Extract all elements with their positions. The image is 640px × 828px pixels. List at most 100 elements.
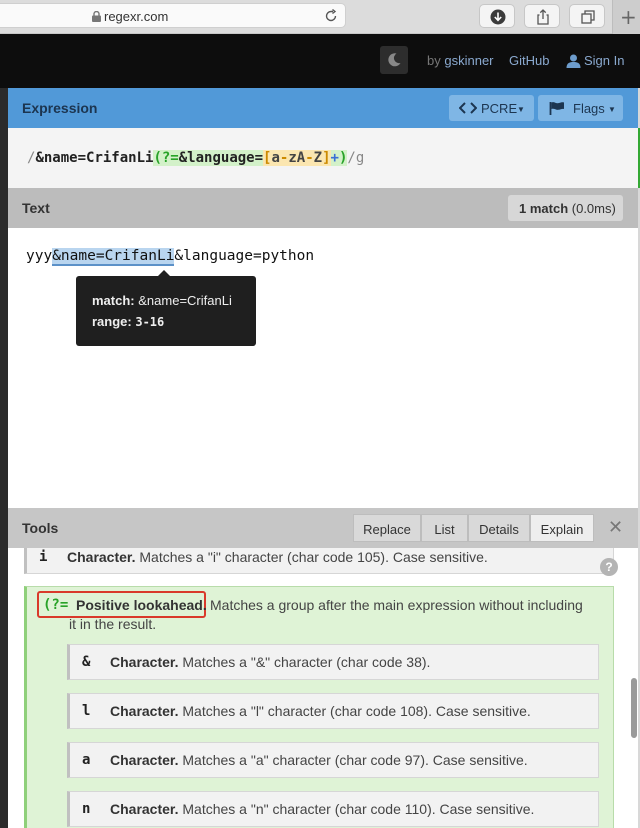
annotation-highlight-box: (?= Positive lookahead. xyxy=(37,591,207,618)
new-tab-icon: + xyxy=(620,5,637,29)
regex-pattern: /&name=CrifanLi(?=&language=[a-zA-Z]+)/g xyxy=(27,150,364,166)
literal-token: &name=CrifanLi xyxy=(35,150,154,166)
tabs-overview-button[interactable] xyxy=(569,4,605,28)
set-range-middle: zA xyxy=(288,150,306,166)
explain-scrollbar[interactable] xyxy=(631,678,637,738)
engine-select-button[interactable]: PCRE ▼ xyxy=(449,95,534,121)
theme-toggle-button[interactable] xyxy=(380,46,408,74)
address-bar[interactable]: regexr.com xyxy=(0,3,346,28)
download-button[interactable] xyxy=(479,4,515,28)
lookahead-group[interactable]: (?= Positive lookahead. Matches a group … xyxy=(24,586,614,828)
sign-in-link[interactable]: Sign In xyxy=(566,53,624,68)
tab-label: Replace xyxy=(363,522,411,537)
explain-token: i xyxy=(39,549,48,565)
tooltip-range-value: 3-16 xyxy=(135,315,165,329)
explain-token: l xyxy=(82,703,91,719)
lookahead-literal-token: &language= xyxy=(178,150,264,166)
close-icon[interactable]: ✕ xyxy=(608,517,623,538)
explain-token-desc: Matches a "&" character (char code 38). xyxy=(182,654,431,670)
user-icon xyxy=(566,54,581,68)
set-close-token: ] xyxy=(322,150,331,166)
tab-details[interactable]: Details xyxy=(468,514,530,542)
tab-label: List xyxy=(434,522,455,537)
expression-title: Expression xyxy=(22,100,98,116)
browser-toolbar: regexr.com + xyxy=(0,0,640,34)
explain-token-desc: Matches a "i" character (char code 105).… xyxy=(139,549,488,565)
flag-icon xyxy=(549,102,564,115)
author-credit: by gskinner xyxy=(427,53,494,68)
regexr-app: Expression PCRE ▼ Flags ▼ /&name=CrifanL… xyxy=(8,88,640,828)
explain-panel: i Character. Matches a "i" character (ch… xyxy=(8,548,638,828)
tooltip-match-label: match: xyxy=(92,293,135,308)
tab-list[interactable]: List xyxy=(421,514,468,542)
explain-token-name: Character. xyxy=(110,752,179,768)
text-header: Text 1 match (0.0ms) xyxy=(8,188,638,228)
tooltip-match-value: &name=CrifanLi xyxy=(138,293,232,308)
explain-token-desc: Matches a "l" character (char code 108).… xyxy=(182,703,531,719)
chevron-down-icon: ▼ xyxy=(517,105,525,114)
group-desc-line-1: Matches a group after the main expressio… xyxy=(210,597,583,613)
by-label: by xyxy=(427,53,441,68)
tab-label: Details xyxy=(479,522,519,537)
quantifier-token: + xyxy=(330,150,339,166)
explain-token-name: Character. xyxy=(110,703,179,719)
group-name: Positive lookahead. xyxy=(76,597,207,613)
test-text-editor[interactable]: yyy&name=CrifanLi&language=python match:… xyxy=(8,228,638,508)
test-string: yyy&name=CrifanLi&language=python xyxy=(26,248,315,266)
help-icon[interactable]: ? xyxy=(600,558,618,576)
code-icon xyxy=(459,102,477,114)
text-title: Text xyxy=(22,200,50,216)
explain-row[interactable]: a Character. Matches a "a" character (ch… xyxy=(67,742,599,778)
tab-replace[interactable]: Replace xyxy=(353,514,421,542)
explain-token-desc: Matches a "n" character (char code 110).… xyxy=(182,801,535,817)
expression-editor[interactable]: /&name=CrifanLi(?=&language=[a-zA-Z]+)/g xyxy=(8,128,638,188)
match-tooltip: match: &name=CrifanLi range: 3-16 xyxy=(76,270,256,346)
text-before-match: yyy xyxy=(26,248,53,264)
group-token: (?= xyxy=(43,597,69,613)
download-icon xyxy=(490,9,506,25)
set-range-end: Z xyxy=(313,150,323,166)
explain-row[interactable]: l Character. Matches a "l" character (ch… xyxy=(67,693,599,729)
group-desc-line-2: it in the result. xyxy=(69,616,157,632)
close-delimiter-flags: /g xyxy=(347,150,365,166)
explain-token-name: Character. xyxy=(110,801,179,817)
moon-icon xyxy=(388,53,401,67)
lookahead-open-token: (?= xyxy=(153,150,179,166)
chevron-down-icon: ▼ xyxy=(608,105,616,114)
explain-token: a xyxy=(82,752,91,768)
lock-icon xyxy=(92,11,101,22)
tabs-icon xyxy=(581,10,595,24)
flags-label: Flags xyxy=(573,101,605,116)
author-link[interactable]: gskinner xyxy=(444,53,493,68)
github-link[interactable]: GitHub xyxy=(509,53,549,68)
tools-title: Tools xyxy=(22,520,59,536)
sign-in-label: Sign In xyxy=(584,53,625,68)
explain-token-desc: Matches a "a" character (char code 97). … xyxy=(182,752,528,768)
tooltip-range-label: range: xyxy=(92,314,132,329)
match-count-badge: 1 match (0.0ms) xyxy=(508,195,623,221)
explain-token: n xyxy=(82,801,91,817)
explain-row[interactable]: n Character. Matches a "n" character (ch… xyxy=(67,791,599,827)
reload-icon[interactable] xyxy=(323,8,339,24)
flags-button[interactable]: Flags ▼ xyxy=(538,95,623,121)
explain-token-name: Character. xyxy=(110,654,179,670)
set-range-start: a xyxy=(271,150,280,166)
url-text: regexr.com xyxy=(104,9,169,24)
explain-token-name: Character. xyxy=(67,549,136,565)
site-header: by gskinner GitHub Sign In xyxy=(0,34,640,88)
match-highlight[interactable]: &name=CrifanLi xyxy=(52,248,175,266)
explain-row[interactable]: & Character. Matches a "&" character (ch… xyxy=(67,644,599,680)
tab-label: Explain xyxy=(540,522,584,537)
expression-header: Expression PCRE ▼ Flags ▼ xyxy=(8,88,638,128)
share-icon xyxy=(537,9,549,25)
text-after-match: &language=python xyxy=(174,248,315,264)
tools-header: Tools Replace List Details Explain ✕ xyxy=(8,508,638,548)
new-tab-button[interactable]: + xyxy=(612,0,640,34)
explain-token: & xyxy=(82,654,91,670)
explain-row[interactable]: i Character. Matches a "i" character (ch… xyxy=(24,548,614,574)
match-count: 1 match xyxy=(519,201,569,216)
tab-explain[interactable]: Explain xyxy=(530,514,594,542)
set-range-dash: - xyxy=(305,150,314,166)
page: regexr.com + by gskinner GitHub Sign In xyxy=(0,0,640,828)
share-button[interactable] xyxy=(524,4,560,28)
